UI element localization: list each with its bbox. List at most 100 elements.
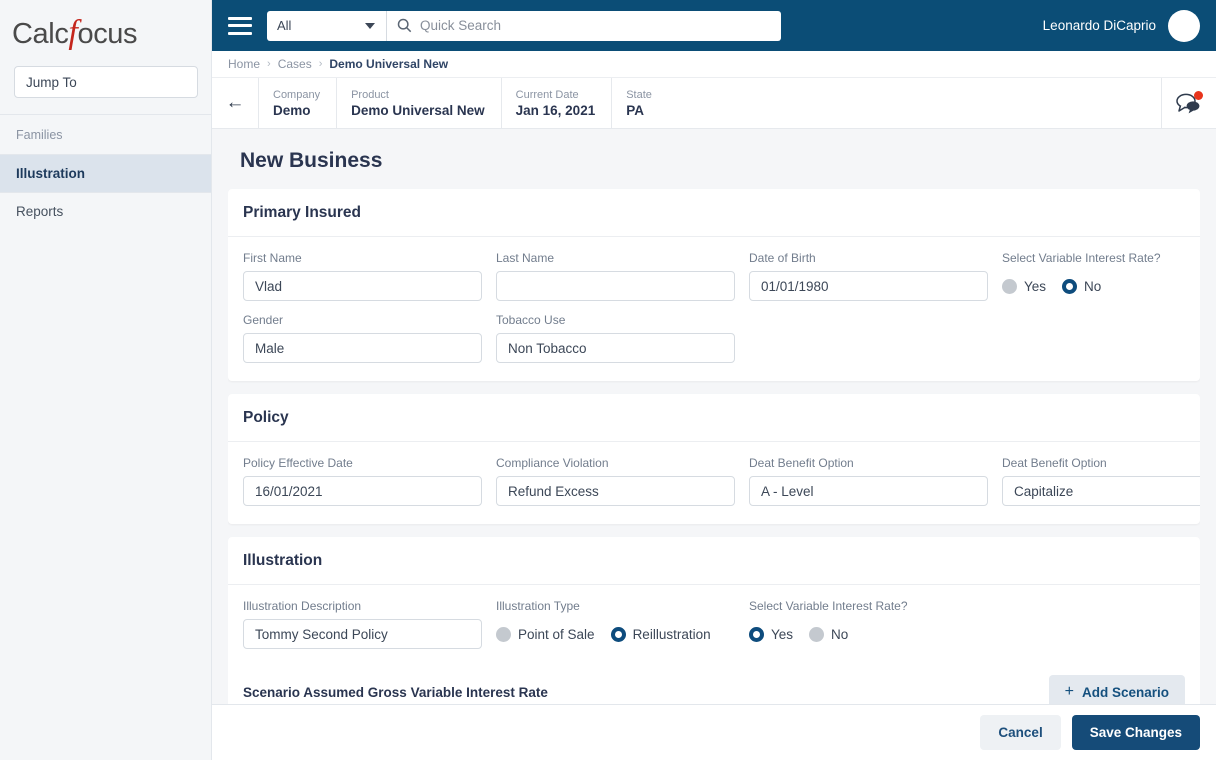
sidebar-item-illustration-label: Illustration: [16, 166, 86, 181]
label-illustration-type: Illustration Type: [496, 599, 580, 613]
context-label-current-date: Current Date: [515, 88, 579, 101]
context-label-state: State: [626, 88, 652, 101]
input-first-name[interactable]: [243, 271, 482, 301]
logo-text-part1: Calc: [12, 18, 69, 50]
logo-text: Calcfocus: [12, 14, 138, 52]
label-variable-rate-primary: Select Variable Interest Rate?: [1002, 251, 1161, 265]
logo-text-part2: ocus: [77, 18, 138, 50]
search-icon: [397, 18, 412, 33]
app-logo[interactable]: Calcfocus: [0, 0, 211, 66]
radio-group-variable-rate-primary: Yes No: [1002, 271, 1200, 301]
input-illustration-description[interactable]: [243, 619, 482, 649]
radio-variable-rate-illustration-no[interactable]: No: [809, 626, 849, 642]
label-date-of-birth: Date of Birth: [749, 251, 816, 265]
sidebar: Calcfocus Families Illustration Reports: [0, 0, 212, 760]
breadcrumb-item-home[interactable]: Home: [228, 57, 260, 71]
search-scope-shell: All: [267, 10, 387, 41]
avatar[interactable]: [1168, 9, 1200, 42]
input-tobacco-use[interactable]: [496, 333, 735, 363]
jump-to-input[interactable]: [14, 66, 198, 98]
hamburger-bar: [228, 24, 252, 27]
user-name-label: Leonardo DiCaprio: [1042, 18, 1156, 33]
sidebar-item-reports-label: Reports: [16, 204, 64, 219]
radio-label-reillustration: Reillustration: [632, 626, 711, 642]
topbar-user-area: Leonardo DiCaprio: [1042, 9, 1200, 42]
scenario-section-title: Scenario Assumed Gross Variable Interest…: [243, 684, 548, 700]
global-search-group: All: [267, 10, 781, 41]
field-last-name: Last Name: [496, 251, 735, 301]
save-changes-button[interactable]: Save Changes: [1071, 715, 1200, 750]
radio-illustration-type-reillustration[interactable]: Reillustration: [610, 626, 711, 642]
primary-insured-row-1: First Name Last Name Date of Birth: [243, 251, 1185, 301]
cancel-button[interactable]: Cancel: [980, 715, 1061, 750]
label-last-name: Last Name: [496, 251, 555, 265]
input-date-of-birth[interactable]: [749, 271, 988, 301]
field-gender: Gender: [243, 313, 482, 363]
breadcrumb: Home › Cases › Demo Universal New: [212, 51, 1216, 78]
search-input-wrap: [387, 10, 781, 41]
field-death-benefit-option-2: Deat Benefit Option: [1002, 456, 1200, 506]
scenario-row: Scenario Assumed Gross Variable Interest…: [228, 667, 1200, 709]
notification-dot: [1194, 91, 1203, 100]
field-first-name: First Name: [243, 251, 482, 301]
context-field-product: Product Demo Universal New: [336, 78, 501, 128]
hamburger-bar: [228, 16, 252, 20]
card-policy: Policy Policy Effective Date Compliance …: [228, 394, 1200, 524]
card-body-primary-insured: First Name Last Name Date of Birth: [228, 237, 1200, 381]
radio-group-variable-rate-illustration: Yes No: [749, 619, 988, 649]
app-root: Calcfocus Families Illustration Reports: [0, 0, 1216, 760]
form-footer: Cancel Save Changes: [212, 704, 1216, 760]
context-field-current-date: Current Date Jan 16, 2021: [500, 78, 612, 128]
input-gender[interactable]: [243, 333, 482, 363]
form-scroll-area[interactable]: New Business Primary Insured First Name …: [228, 129, 1200, 760]
card-primary-insured: Primary Insured First Name Last Name: [228, 189, 1200, 381]
input-compliance-violation[interactable]: [496, 476, 735, 506]
sidebar-item-illustration[interactable]: Illustration: [0, 155, 211, 192]
field-variable-rate-illustration: Select Variable Interest Rate? Yes No: [749, 599, 988, 649]
illustration-row-1: Illustration Description Illustration Ty…: [243, 599, 1185, 649]
context-bar: ← Company Demo Product Demo Universal Ne…: [212, 78, 1216, 129]
breadcrumb-separator-icon: ›: [267, 58, 271, 70]
input-policy-effective-date[interactable]: [243, 476, 482, 506]
label-death-benefit-option-1: Deat Benefit Option: [749, 456, 854, 470]
radio-variable-rate-primary-no[interactable]: No: [1062, 278, 1101, 294]
field-illustration-description: Illustration Description: [243, 599, 482, 649]
sidebar-item-reports[interactable]: Reports: [0, 193, 211, 230]
search-scope-select[interactable]: All: [267, 10, 387, 41]
input-death-benefit-option-1[interactable]: [749, 476, 988, 506]
radio-label-point-of-sale: Point of Sale: [518, 626, 595, 642]
field-date-of-birth: Date of Birth: [749, 251, 988, 301]
radio-illustration-type-point-of-sale[interactable]: Point of Sale: [496, 626, 595, 642]
back-arrow-icon[interactable]: ←: [212, 78, 258, 128]
radio-label-yes: Yes: [1024, 278, 1047, 294]
policy-row-1: Policy Effective Date Compliance Violati…: [243, 456, 1200, 506]
label-illustration-description: Illustration Description: [243, 599, 362, 613]
input-death-benefit-option-2[interactable]: [1002, 476, 1200, 506]
radio-variable-rate-primary-yes[interactable]: Yes: [1002, 278, 1047, 294]
radio-group-illustration-type: Point of Sale Reillustration: [496, 619, 735, 649]
breadcrumb-item-cases[interactable]: Cases: [278, 57, 312, 71]
label-first-name: First Name: [243, 251, 302, 265]
jump-to-wrap: [0, 66, 211, 114]
radio-variable-rate-illustration-yes[interactable]: Yes: [749, 626, 794, 642]
search-input[interactable]: [412, 18, 781, 33]
radio-dot-icon: [496, 626, 511, 642]
hamburger-menu-icon[interactable]: [228, 16, 252, 35]
main-region: All Leonardo DiCaprio Home ›: [212, 0, 1216, 760]
context-value-state: PA: [626, 102, 644, 118]
context-value-product: Demo Universal New: [351, 102, 485, 118]
radio-dot-selected-icon: [749, 626, 764, 642]
radio-label-no: No: [831, 626, 849, 642]
label-death-benefit-option-2: Deat Benefit Option: [1002, 456, 1107, 470]
card-title-illustration: Illustration: [228, 537, 1200, 585]
card-title-primary-insured: Primary Insured: [228, 189, 1200, 237]
label-compliance-violation: Compliance Violation: [496, 456, 609, 470]
input-last-name[interactable]: [496, 271, 735, 301]
top-navigation-bar: All Leonardo DiCaprio: [212, 0, 1216, 51]
page-body: New Business Primary Insured First Name …: [212, 129, 1216, 760]
primary-insured-row-2: Gender Tobacco Use: [243, 313, 1185, 363]
context-fields: Company Demo Product Demo Universal New …: [258, 78, 1161, 128]
radio-label-yes: Yes: [771, 626, 794, 642]
radio-dot-selected-icon: [610, 626, 626, 642]
chat-button[interactable]: [1161, 78, 1216, 128]
